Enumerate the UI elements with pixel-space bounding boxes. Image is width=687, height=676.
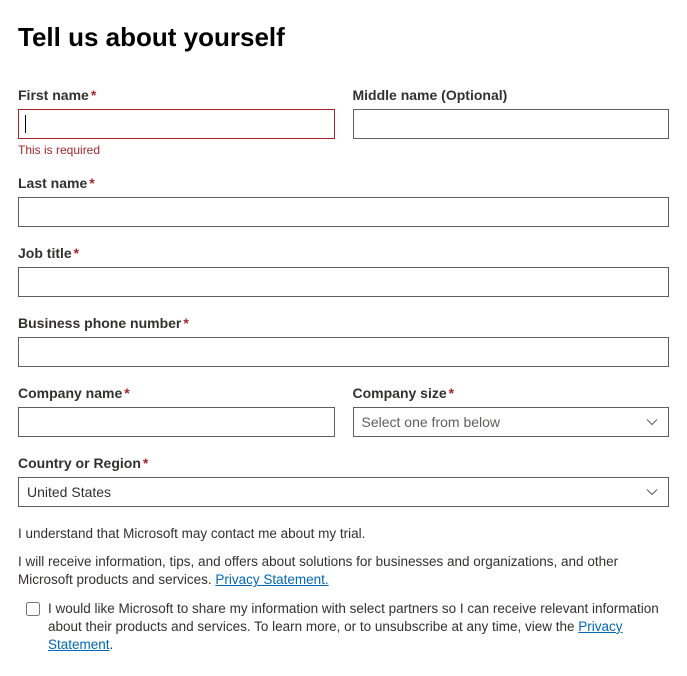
job-title-label: Job title* <box>18 245 669 261</box>
text-cursor <box>25 115 26 133</box>
last-name-field[interactable] <box>18 197 669 227</box>
company-size-select[interactable]: Select one from below <box>353 407 670 437</box>
company-name-field[interactable] <box>18 407 335 437</box>
country-label: Country or Region* <box>18 455 669 471</box>
business-phone-label: Business phone number* <box>18 315 669 331</box>
business-phone-field[interactable] <box>18 337 669 367</box>
company-size-placeholder: Select one from below <box>362 414 501 430</box>
middle-name-label: Middle name (Optional) <box>353 87 670 103</box>
company-size-label: Company size* <box>353 385 670 401</box>
job-title-field[interactable] <box>18 267 669 297</box>
privacy-statement-link[interactable]: Privacy Statement. <box>215 572 328 587</box>
first-name-error: This is required <box>18 143 335 157</box>
partner-share-text: I would like Microsoft to share my infor… <box>48 600 669 655</box>
country-selected-value: United States <box>27 484 111 500</box>
first-name-label: First name* <box>18 87 335 103</box>
first-name-field[interactable] <box>18 109 335 139</box>
middle-name-field[interactable] <box>353 109 670 139</box>
country-select[interactable]: United States <box>18 477 669 507</box>
chevron-down-icon <box>646 418 658 426</box>
page-title: Tell us about yourself <box>18 22 669 53</box>
trial-contact-text: I understand that Microsoft may contact … <box>18 525 669 543</box>
chevron-down-icon <box>646 488 658 496</box>
last-name-label: Last name* <box>18 175 669 191</box>
partner-share-checkbox[interactable] <box>26 602 40 616</box>
company-name-label: Company name* <box>18 385 335 401</box>
tips-info-text: I will receive information, tips, and of… <box>18 553 669 589</box>
